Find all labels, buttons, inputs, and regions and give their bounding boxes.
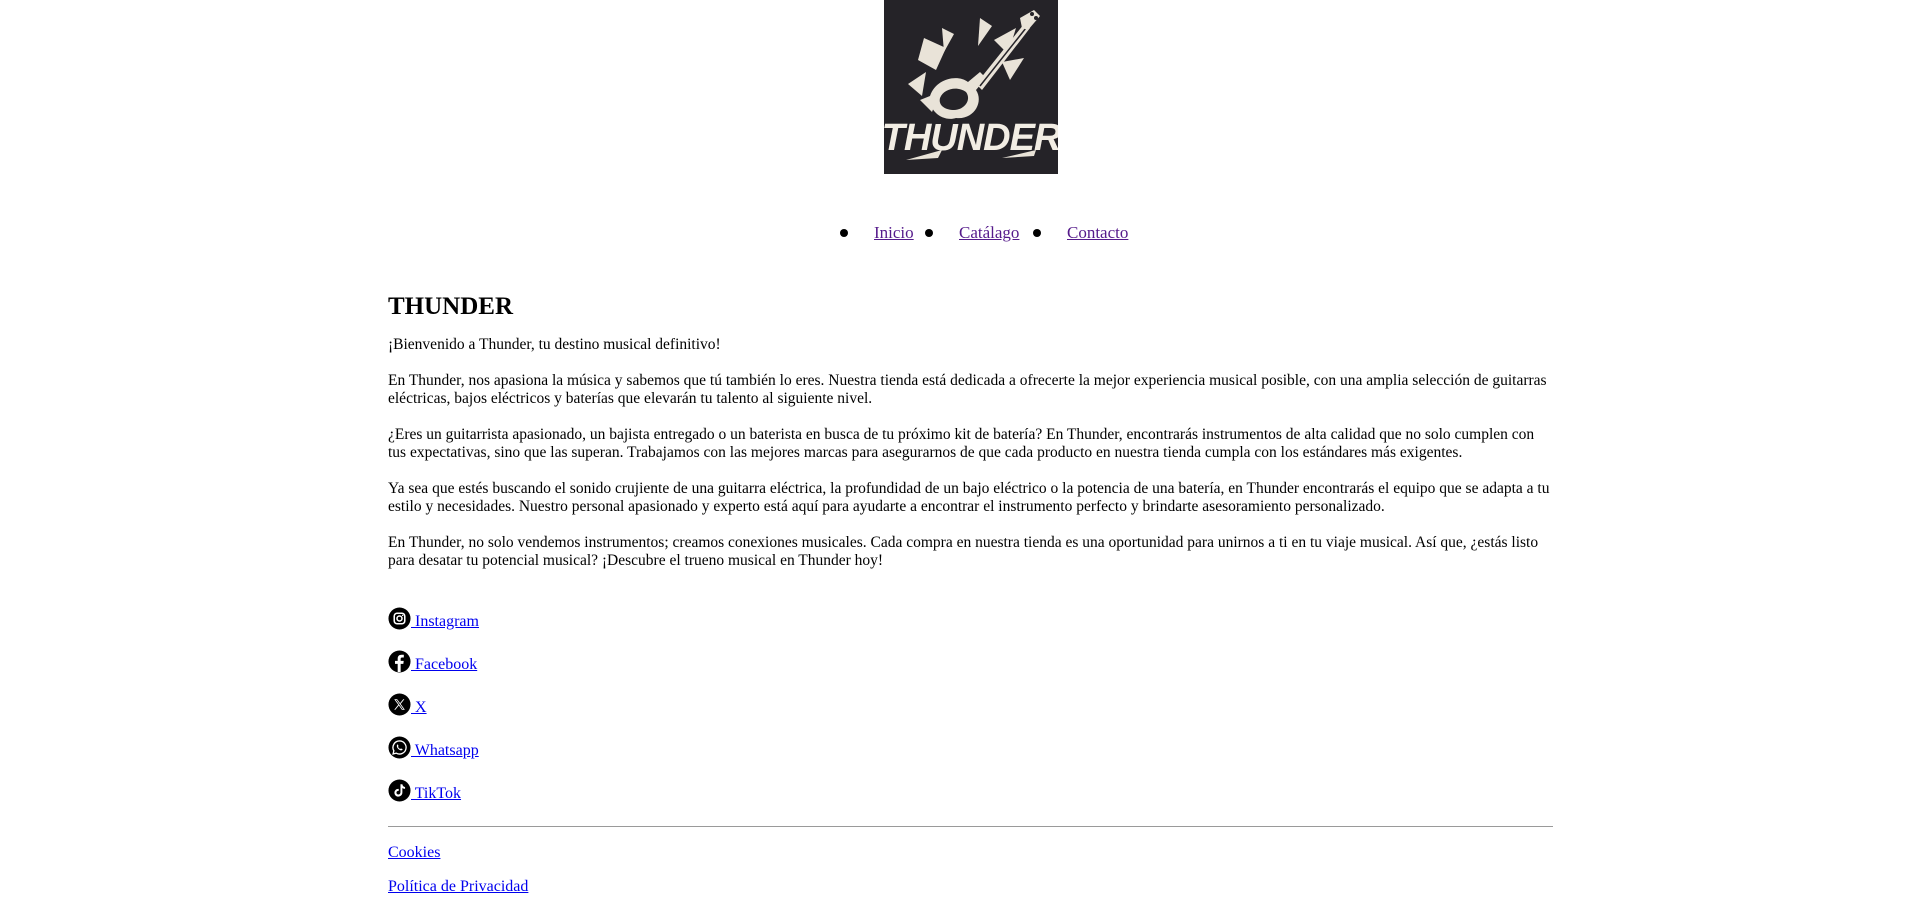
facebook-icon xyxy=(388,650,411,673)
whatsapp-icon xyxy=(388,736,411,759)
nav-bullet xyxy=(840,229,848,237)
x-icon xyxy=(388,693,411,716)
facebook-label: Facebook xyxy=(411,656,478,673)
nav-link-contacto[interactable]: Contacto xyxy=(1067,223,1128,243)
tiktok-icon xyxy=(388,779,411,802)
tiktok-link[interactable]: TikTok xyxy=(388,779,479,803)
instagram-link[interactable]: Instagram xyxy=(388,607,479,631)
facebook-link[interactable]: Facebook xyxy=(388,650,479,674)
whatsapp-link[interactable]: Whatsapp xyxy=(388,736,479,760)
instagram-label: Instagram xyxy=(411,613,479,630)
main-content: THUNDER ¡Bienvenido a Thunder, tu destin… xyxy=(388,292,1553,588)
site-logo[interactable]: THUNDER xyxy=(884,0,1058,174)
body-paragraph: En Thunder, nos apasiona la música y sab… xyxy=(388,371,1547,408)
nav-link-inicio[interactable]: Inicio xyxy=(874,223,914,243)
nav-bullet xyxy=(1033,229,1041,237)
guitar-logo-icon: THUNDER xyxy=(884,0,1058,174)
page-title: THUNDER xyxy=(388,293,514,320)
main-nav: Inicio Catálago Contacto xyxy=(820,223,1180,247)
intro-paragraph: ¡Bienvenido a Thunder, tu destino musica… xyxy=(388,336,721,353)
x-label: X xyxy=(411,699,427,716)
footer-divider xyxy=(388,826,1553,827)
cookies-link[interactable]: Cookies xyxy=(388,843,528,862)
instagram-icon xyxy=(388,607,411,630)
footer: Cookies Política de Privacidad xyxy=(388,843,528,911)
nav-bullet xyxy=(925,229,933,237)
whatsapp-label: Whatsapp xyxy=(411,742,479,759)
body-paragraph: ¿Eres un guitarrista apasionado, un baji… xyxy=(388,425,1535,462)
tiktok-label: TikTok xyxy=(411,785,462,802)
body-paragraph: En Thunder, no solo vendemos instrumento… xyxy=(388,533,1539,570)
social-links: Instagram Facebook X Whatsapp TikTok xyxy=(388,607,479,822)
nav-link-catalogo[interactable]: Catálago xyxy=(959,223,1019,243)
body-paragraph: Ya sea que estés buscando el sonido cruj… xyxy=(388,479,1550,516)
privacy-policy-link[interactable]: Política de Privacidad xyxy=(388,877,528,896)
x-link[interactable]: X xyxy=(388,693,479,717)
